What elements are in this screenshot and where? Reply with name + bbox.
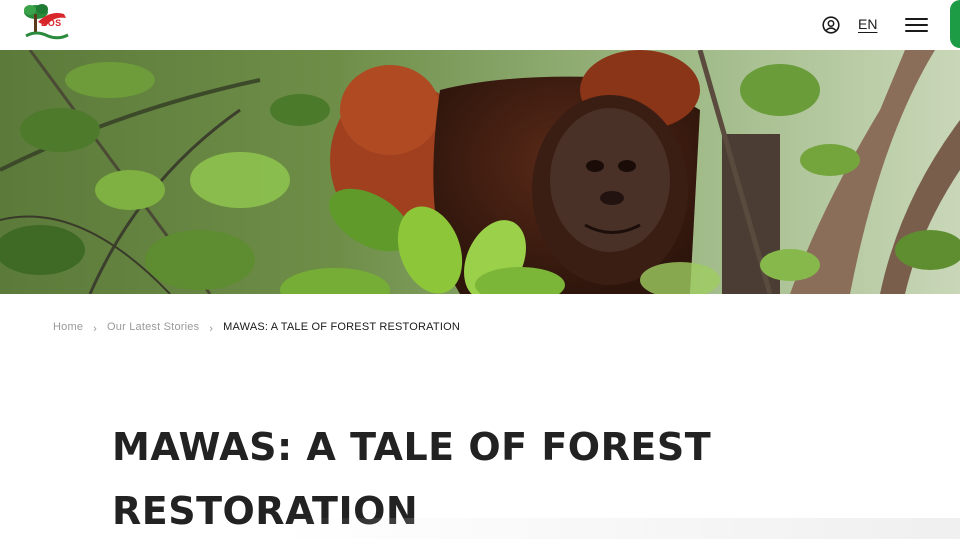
orangutan-forest-image [0, 50, 960, 294]
breadcrumb-current: MAWAS: A TALE OF FOREST RESTORATION [223, 321, 460, 333]
breadcrumb: Home › Our Latest Stories › MAWAS: A TAL… [53, 321, 460, 335]
breadcrumb-home[interactable]: Home [53, 321, 83, 333]
hamburger-menu-icon[interactable] [905, 18, 928, 32]
account-button[interactable] [822, 16, 840, 34]
chevron-right-icon: › [93, 323, 98, 335]
side-tab[interactable] [950, 0, 960, 48]
breadcrumb-latest-stories[interactable]: Our Latest Stories [107, 321, 199, 333]
site-header: BOS EN [0, 0, 960, 50]
bos-logo[interactable]: BOS [20, 2, 72, 42]
chevron-right-icon: › [209, 323, 214, 335]
bottom-shadow [280, 518, 960, 539]
hero-image [0, 50, 960, 294]
user-circle-icon [822, 16, 840, 34]
language-selector[interactable]: EN [858, 16, 877, 32]
logo-text: BOS [41, 18, 62, 28]
